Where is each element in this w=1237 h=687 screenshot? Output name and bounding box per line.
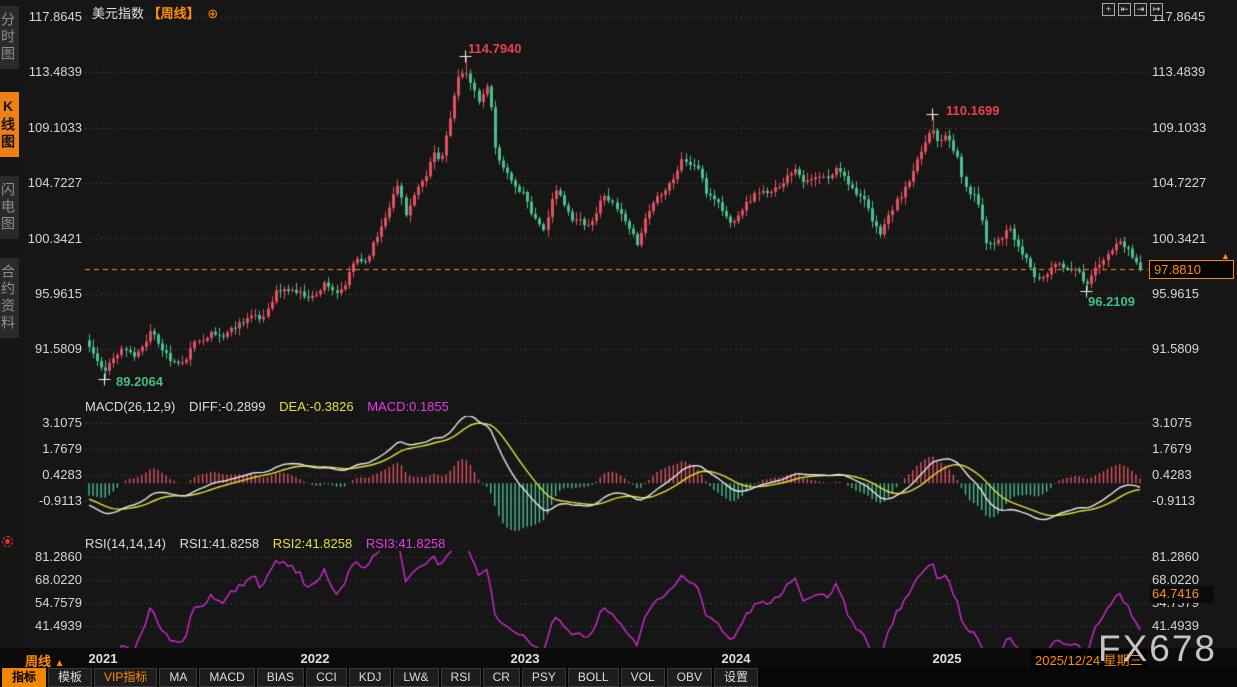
macd-value: MACD:0.1855 [367,399,449,414]
rsi-tick: 54.7579 [22,595,82,610]
toolbar-bias-button[interactable]: BIAS [257,668,304,687]
price-tick: 91.5809 [1152,341,1199,356]
toolbar-cr-button[interactable]: CR [483,668,520,687]
axis-expand-icon[interactable]: ⇥ [1134,3,1147,16]
rsi2: RSI2:41.8258 [273,536,353,551]
macd-tick: -0.9113 [22,493,82,508]
macd-name: MACD(26,12,9) [85,399,175,414]
toolbar-rsi-button[interactable]: RSI [441,668,481,687]
rsi-tick: 41.4939 [22,618,82,633]
macd-tick: 1.7679 [1152,441,1192,456]
left-tab-strip: 分时图 K线图 闪电图 合约资料 [0,0,20,648]
price-tick: 109.1033 [1152,120,1206,135]
year-tick: 2021 [73,651,133,666]
candlestick-chart-canvas[interactable] [0,0,1237,687]
axis-compress-icon[interactable]: ⇤ [1118,3,1131,16]
toolbar-vol-button[interactable]: VOL [621,668,665,687]
chart-app: 分时图 K线图 闪电图 合约资料 美元指数 【周线】 ⊕ + ⇤ ⇥ ↦ 117… [0,0,1237,687]
price-tick: 91.5809 [22,341,82,356]
rsi-tick: 68.0220 [22,572,82,587]
year-tick: 2022 [285,651,345,666]
toolbar-psy-button[interactable]: PSY [522,668,566,687]
toolbar-obv-button[interactable]: OBV [667,668,712,687]
rsi-legend: RSI(14,14,14) RSI1:41.8258 RSI2:41.8258 … [85,536,455,551]
price-tick: 113.4839 [1152,64,1205,79]
toolbar-vip-indicators-button[interactable]: VIP指标 [94,668,157,687]
rsi-tick: 81.2860 [22,549,82,564]
price-tick: 104.7227 [22,175,82,190]
sidebar-item-contract-info[interactable]: 合约资料 [0,258,19,338]
macd-tick: 0.4283 [1152,467,1192,482]
symbol-name: 美元指数 [92,6,144,21]
sidebar-item-kline-chart[interactable]: K线图 [0,92,19,157]
rsi-tick: 68.0220 [1152,572,1199,587]
cursor-date-label: 2025/12/24 星期三 [1031,649,1147,670]
pan-right-icon[interactable]: ↦ [1150,3,1163,16]
price-tick: 100.3421 [1152,231,1206,246]
rsi1: RSI1:41.8258 [180,536,260,551]
period-tag: 【周线】 [148,6,200,21]
period-selector-label: 周线 [25,654,51,669]
price-tick: 95.9615 [22,286,82,301]
circle-plus-icon[interactable]: ⊕ [207,6,218,21]
toolbar-indicators-button[interactable]: 指标 [2,668,46,687]
rsi-tick: 81.2860 [1152,549,1199,564]
chart-tools: + ⇤ ⇥ ↦ [1102,3,1163,16]
price-tick: 109.1033 [22,120,82,135]
sidebar-item-time-chart[interactable]: 分时图 [0,6,19,69]
macd-tick: 3.1075 [22,415,82,430]
chart-title: 美元指数 【周线】 ⊕ [92,3,218,22]
price-tick: 113.4839 [22,64,82,79]
macd-tick: 1.7679 [22,441,82,456]
high-2022-label: 114.7940 [468,41,522,56]
current-price-label: 97.8810 [1149,260,1234,279]
macd-legend: MACD(26,12,9) DIFF:-0.2899 DEA:-0.3826 M… [85,399,459,414]
macd-tick: 0.4283 [22,467,82,482]
low-2021-label: 89.2064 [116,374,163,389]
macd-diff: DIFF:-0.2899 [189,399,266,414]
rsi3: RSI3:41.8258 [366,536,446,551]
toolbar-cci-button[interactable]: CCI [306,668,347,687]
price-tick: 104.7227 [1152,175,1206,190]
toolbar-boll-button[interactable]: BOLL [568,668,619,687]
toolbar-macd-button[interactable]: MACD [199,668,254,687]
toolbar-template-button[interactable]: 模板 [48,668,92,687]
low-2025-label: 96.2109 [1088,294,1135,309]
price-tick: 95.9615 [1152,286,1199,301]
macd-dea: DEA:-0.3826 [279,399,353,414]
price-marker-icon: ▲ [1221,251,1230,261]
year-tick: 2023 [495,651,555,666]
crosshair-icon[interactable]: + [1102,3,1115,16]
sidebar-item-lightning-chart[interactable]: 闪电图 [0,176,19,239]
year-tick: 2024 [706,651,766,666]
rsi-tick: 41.4939 [1152,618,1199,633]
indicator-toolbar: 指标 模板 VIP指标 MA MACD BIAS CCI KDJ LW& RSI… [0,668,1237,687]
high-2025-label: 110.1699 [946,103,1000,118]
toolbar-ma-button[interactable]: MA [159,668,197,687]
toolbar-lwr-button[interactable]: LW& [393,668,438,687]
macd-tick: 3.1075 [1152,415,1192,430]
price-tick: 117.8645 [22,9,82,24]
toolbar-settings-button[interactable]: 设置 [714,668,758,687]
rsi-name: RSI(14,14,14) [85,536,166,551]
price-tick: 100.3421 [22,231,82,246]
live-indicator-icon[interactable] [2,536,13,547]
toolbar-kdj-button[interactable]: KDJ [349,668,392,687]
rsi-current-value: 64.7416 [1150,586,1214,603]
year-tick: 2025 [917,651,977,666]
macd-tick: -0.9113 [1152,493,1195,508]
